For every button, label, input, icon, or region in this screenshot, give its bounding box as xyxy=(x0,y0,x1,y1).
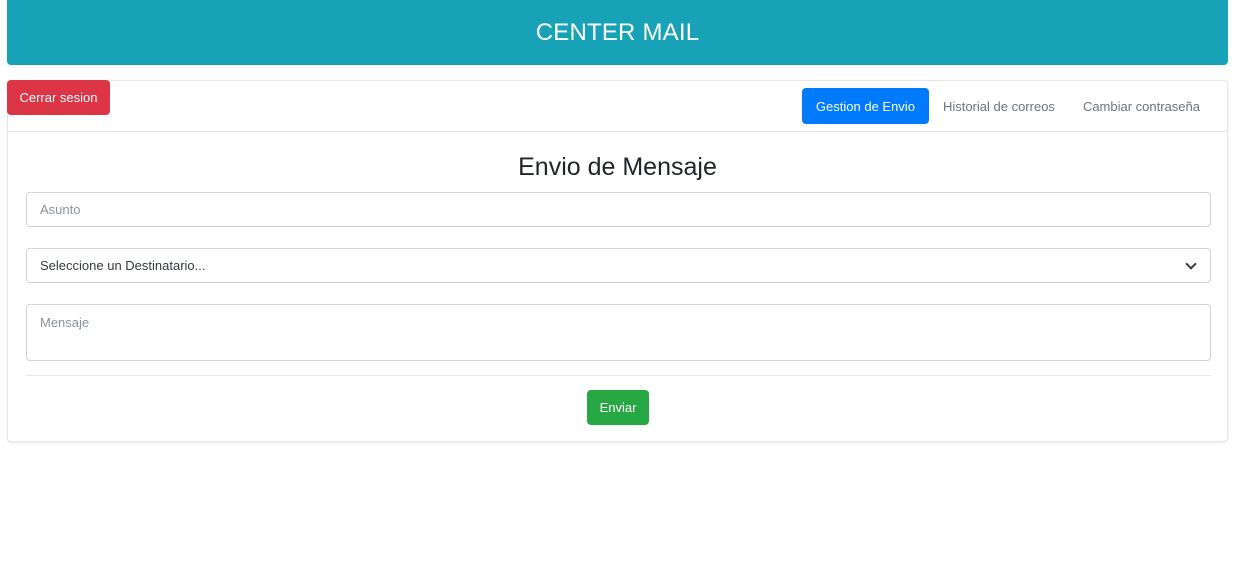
form-divider xyxy=(26,375,1211,376)
recipient-select[interactable]: Seleccione un Destinatario... xyxy=(26,248,1211,283)
tab-cambiar-contrasena[interactable]: Cambiar contraseña xyxy=(1069,88,1214,124)
send-button[interactable]: Enviar xyxy=(587,390,649,425)
form-title: Envio de Mensaje xyxy=(518,153,717,181)
app-header: CENTER MAIL xyxy=(7,0,1228,65)
message-textarea[interactable] xyxy=(26,304,1211,361)
recipient-selected-value: Seleccione un Destinatario... xyxy=(40,258,206,273)
logout-button[interactable]: Cerrar sesion xyxy=(7,80,110,115)
tab-gestion-envio[interactable]: Gestion de Envio xyxy=(801,88,929,124)
tab-historial-correos[interactable]: Historial de correos xyxy=(929,88,1069,124)
app-title: CENTER MAIL xyxy=(535,18,700,46)
card-header: Cerrar sesion Gestion de Envio Historial… xyxy=(7,80,1227,132)
subject-input[interactable] xyxy=(26,192,1211,227)
main-card: Cerrar sesion Gestion de Envio Historial… xyxy=(7,80,1228,442)
nav-tabs: Gestion de Envio Historial de correos Ca… xyxy=(801,88,1214,124)
chevron-down-icon xyxy=(1185,257,1197,270)
